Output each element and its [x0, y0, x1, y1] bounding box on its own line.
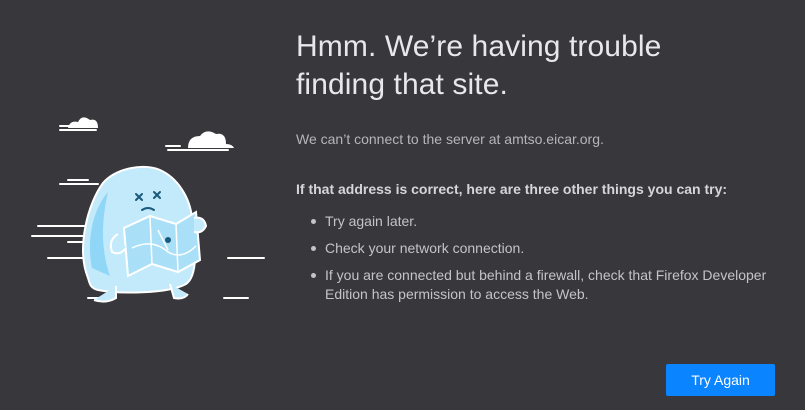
list-item: Try again later. [296, 212, 776, 231]
list-item: Check your network connection. [296, 239, 776, 258]
tip-text: If you are connected but behind a firewa… [325, 267, 767, 302]
lost-monster-with-map-illustration [31, 117, 265, 303]
tip-text: Check your network connection. [325, 240, 525, 256]
bullet-icon [311, 273, 316, 278]
page-title: Hmm. We’re having trouble finding that s… [296, 28, 776, 104]
bullet-icon [311, 219, 316, 224]
tips-list: Try again later. Check your network conn… [296, 212, 776, 304]
tip-text: Try again later. [325, 213, 418, 229]
list-item: If you are connected but behind a firewa… [296, 266, 776, 304]
error-page: Hmm. We’re having trouble finding that s… [0, 0, 805, 410]
bullet-icon [311, 246, 316, 251]
title-line-2: finding that site. [296, 68, 508, 101]
error-description: We can’t connect to the server at amtso.… [296, 131, 604, 147]
error-content: Hmm. We’re having trouble finding that s… [296, 28, 776, 312]
try-again-button[interactable]: Try Again [666, 364, 775, 396]
tips-heading: If that address is correct, here are thr… [296, 181, 728, 197]
title-line-1: Hmm. We’re having trouble [296, 30, 662, 63]
